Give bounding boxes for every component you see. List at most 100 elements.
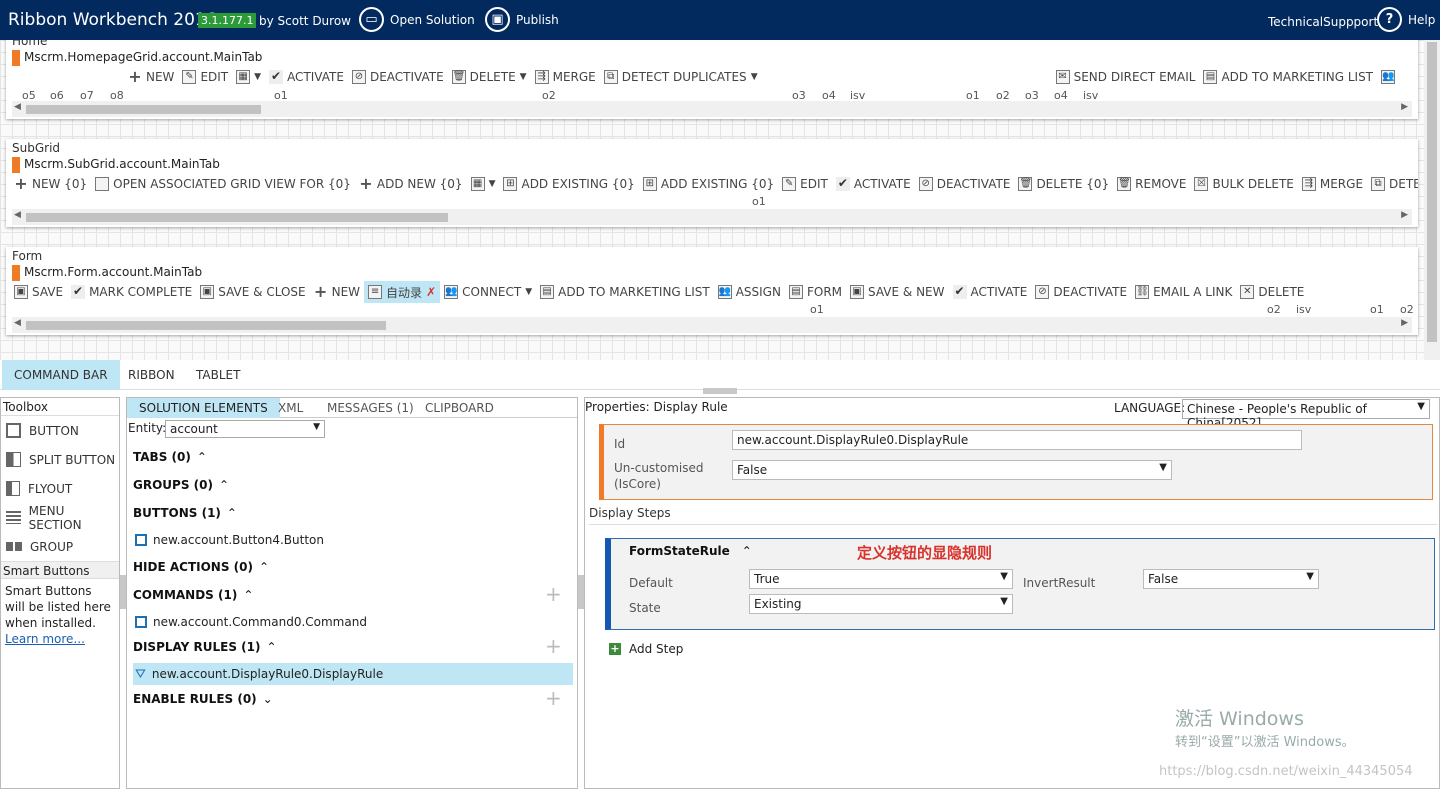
horizontal-scrollbar[interactable]: ◀ ▶ <box>12 317 1412 333</box>
command-button[interactable]: ▣ SAVE <box>10 281 67 303</box>
command-button[interactable]: ▤ ADD TO MARKETING LIST <box>1199 66 1377 88</box>
chevron-down-icon[interactable]: ▼ <box>525 287 532 297</box>
section-commands[interactable]: COMMANDS (1) ⌃ <box>133 588 253 602</box>
id-input[interactable]: new.account.DisplayRule0.DisplayRule <box>732 430 1302 450</box>
command-button[interactable]: ⧉DETECT DUPLICATES▼ <box>1367 173 1418 195</box>
tab-ribbon[interactable]: RIBBON <box>116 360 187 390</box>
section-buttons[interactable]: BUTTONS (1) ⌃ <box>133 506 237 520</box>
command-button[interactable]: + NEW <box>124 66 178 88</box>
scroll-left-icon[interactable]: ◀ <box>14 318 21 328</box>
scroll-thumb[interactable] <box>26 321 386 330</box>
chevron-up-icon[interactable]: ⌃ <box>266 640 276 654</box>
horizontal-scrollbar[interactable]: ◀ ▶ <box>12 209 1412 225</box>
toolbox-menu-section[interactable]: MENU SECTION <box>1 503 119 532</box>
list-item-display-rule[interactable]: ⛛ new.account.DisplayRule0.DisplayRule <box>133 663 573 685</box>
tab-xml[interactable]: XML <box>266 398 315 418</box>
command-button[interactable]: 🗑 DELETE {0} <box>1014 173 1113 195</box>
scroll-right-icon[interactable]: ▶ <box>1401 102 1408 112</box>
add-display-rule-icon[interactable]: + <box>545 634 562 658</box>
state-select[interactable]: Existing ▼ <box>749 594 1013 614</box>
command-button[interactable]: 🗑 DELETE ▼ <box>448 66 531 88</box>
toolbox-split-button[interactable]: SPLIT BUTTON <box>1 445 119 474</box>
scroll-left-icon[interactable]: ◀ <box>14 102 21 112</box>
chevron-up-icon[interactable]: ⌃ <box>219 478 229 492</box>
chevron-up-icon[interactable]: ⌃ <box>227 506 237 520</box>
chevron-up-icon[interactable]: ⌃ <box>259 560 269 574</box>
open-solution-button[interactable]: ▭ Open Solution <box>359 7 475 32</box>
tab-command-bar[interactable]: COMMAND BAR <box>2 360 120 390</box>
tab-messages[interactable]: MESSAGES (1) <box>315 398 426 418</box>
command-button[interactable]: 👥 <box>1377 66 1399 88</box>
command-button[interactable]: 🗑 REMOVE <box>1113 173 1190 195</box>
panel-tab-name[interactable]: Mscrm.SubGrid.account.MainTab <box>12 157 220 173</box>
invert-result-select[interactable]: False ▼ <box>1143 569 1319 589</box>
list-item-command[interactable]: new.account.Command0.Command <box>133 611 367 633</box>
command-button[interactable]: OPEN ASSOCIATED GRID VIEW FOR {0} <box>91 173 355 195</box>
command-button[interactable]: ▣ SAVE & CLOSE <box>196 281 309 303</box>
section-groups[interactable]: GROUPS (0) ⌃ <box>133 478 229 492</box>
command-button[interactable]: ▤ ADD TO MARKETING LIST <box>536 281 714 303</box>
default-select[interactable]: True ▼ <box>749 569 1013 589</box>
command-button[interactable]: + NEW {0} <box>10 173 91 195</box>
tab-clipboard[interactable]: CLIPBOARD <box>413 398 506 418</box>
rule-title[interactable]: FormStateRule ⌃ <box>629 544 752 558</box>
add-step-button[interactable]: + Add Step <box>609 642 683 656</box>
chevron-up-icon[interactable]: ⌃ <box>243 588 253 602</box>
scroll-left-icon[interactable]: ◀ <box>14 210 21 220</box>
horizontal-scrollbar[interactable]: ◀ ▶ <box>12 101 1412 117</box>
command-button[interactable]: ≡ 自动录 ✗ <box>364 281 441 303</box>
section-display-rules[interactable]: DISPLAY RULES (1) ⌃ <box>133 640 277 654</box>
chevron-up-icon[interactable]: ⌃ <box>742 544 752 558</box>
command-button[interactable]: ▣ SAVE & NEW <box>846 281 948 303</box>
command-button[interactable]: ⧉DETECT DUPLICATES▼ <box>600 66 762 88</box>
command-button[interactable]: ▦ ▼ <box>467 173 500 195</box>
command-button[interactable]: ⊞ ADD EXISTING {0} <box>499 173 638 195</box>
command-button[interactable]: ▦ ▼ <box>232 66 265 88</box>
command-button[interactable]: ✉ SEND DIRECT EMAIL <box>1052 66 1200 88</box>
add-enable-rule-icon[interactable]: + <box>545 686 562 710</box>
command-button[interactable]: 👥 ASSIGN <box>714 281 785 303</box>
tab-tablet[interactable]: TABLET <box>184 360 252 390</box>
command-button[interactable]: ✔ ACTIVATE <box>832 173 915 195</box>
command-button[interactable]: ⊞ ADD EXISTING {0} <box>639 173 778 195</box>
command-button[interactable]: ✎ EDIT <box>778 173 832 195</box>
section-tabs[interactable]: TABS (0) ⌃ <box>133 450 207 464</box>
command-button[interactable]: ⊘ DEACTIVATE <box>1031 281 1131 303</box>
toolbox-group[interactable]: GROUP <box>1 532 119 561</box>
scroll-right-icon[interactable]: ▶ <box>1401 318 1408 328</box>
language-select[interactable]: Chinese - People's Republic of China[205… <box>1182 399 1430 430</box>
command-button[interactable]: + ADD NEW {0} <box>355 173 467 195</box>
section-hide-actions[interactable]: HIDE ACTIONS (0) ⌃ <box>133 560 269 574</box>
toolbox-button[interactable]: BUTTON <box>1 416 119 445</box>
add-command-icon[interactable]: + <box>545 582 562 606</box>
command-button[interactable]: ⇶ MERGE <box>1298 173 1367 195</box>
chevron-down-icon[interactable]: ▼ <box>520 72 527 82</box>
scroll-thumb[interactable] <box>26 213 448 222</box>
tab-solution-elements[interactable]: SOLUTION ELEMENTS <box>127 398 280 418</box>
chevron-down-icon[interactable]: ▼ <box>751 72 758 82</box>
section-enable-rules[interactable]: ENABLE RULES (0) ⌄ <box>133 692 273 706</box>
canvas-vertical-scrollbar[interactable] <box>1424 40 1440 360</box>
command-button[interactable]: ⇶ MERGE <box>531 66 600 88</box>
chevron-down-icon[interactable]: ▼ <box>254 72 261 82</box>
publish-button[interactable]: ▣ Publish <box>485 7 559 32</box>
entity-select[interactable]: account ▼ <box>165 420 325 438</box>
panel-tab-name[interactable]: Mscrm.HomepageGrid.account.MainTab <box>12 50 262 66</box>
command-button[interactable]: ✕ DELETE <box>1236 281 1308 303</box>
command-button[interactable]: + NEW <box>310 281 364 303</box>
command-button[interactable]: ✎ EDIT <box>178 66 232 88</box>
learn-more-link[interactable]: Learn more... <box>5 631 115 647</box>
command-button[interactable]: ⊘ DEACTIVATE <box>915 173 1015 195</box>
command-button[interactable]: ⊘ DEACTIVATE <box>348 66 448 88</box>
command-button[interactable]: ✔ ACTIVATE <box>949 281 1032 303</box>
panel-splitter[interactable] <box>703 388 737 394</box>
scroll-right-icon[interactable]: ▶ <box>1401 210 1408 220</box>
command-button[interactable]: ✔ MARK COMPLETE <box>67 281 196 303</box>
list-item-button[interactable]: new.account.Button4.Button <box>133 529 324 551</box>
scroll-thumb[interactable] <box>1427 42 1437 342</box>
command-button[interactable]: ▤ FORM <box>785 281 846 303</box>
uncustomised-select[interactable]: False ▼ <box>732 460 1172 480</box>
chevron-down-icon[interactable]: ▼ <box>489 179 496 189</box>
chevron-down-icon[interactable]: ⌄ <box>263 692 273 706</box>
panel-tab-name[interactable]: Mscrm.Form.account.MainTab <box>12 265 202 281</box>
